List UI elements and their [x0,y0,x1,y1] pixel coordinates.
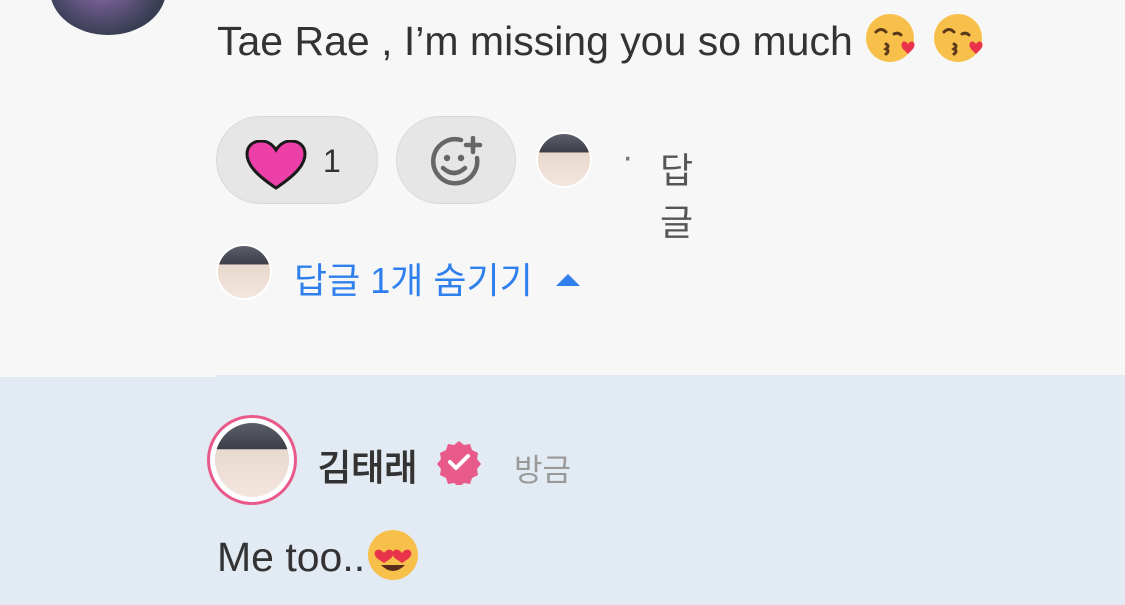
add-reaction-button[interactable] [396,116,516,204]
comment-text: Tae Rae , I’m missing you so much [217,17,853,64]
face-blowing-kiss-emoji-icon [864,10,920,78]
comment-thread: Tae Rae , I’m missing you so much 1 · 답글… [0,0,1125,375]
reply-author-avatar[interactable] [207,415,297,505]
face-blowing-kiss-emoji-icon [932,10,988,78]
reply-author-name[interactable]: 김태래 [318,439,417,491]
heart-icon [245,139,307,195]
reply-body: Me too.. [217,527,421,593]
reply-text: Me too.. [217,533,366,580]
commenter-avatar[interactable] [50,0,166,35]
separator-dot: · [622,138,634,176]
caret-up-icon [554,272,582,293]
reply-button[interactable]: 답글 [660,142,693,246]
like-count: 1 [323,143,341,179]
reacted-user-avatar[interactable] [536,132,592,188]
like-button[interactable]: 1 [216,116,378,204]
comment-body: Tae Rae , I’m missing you so much [217,10,988,78]
reply-item: 김태래 방금 Me too.. [0,375,1125,605]
hide-replies-label[interactable]: 답글 1개 숨기기 [294,252,533,304]
reply-timestamp: 방금 [514,453,572,488]
smiling-face-with-heart-eyes-emoji-icon [365,527,421,593]
verified-badge-icon [436,439,482,490]
reply-author-avatar-small [216,244,272,300]
